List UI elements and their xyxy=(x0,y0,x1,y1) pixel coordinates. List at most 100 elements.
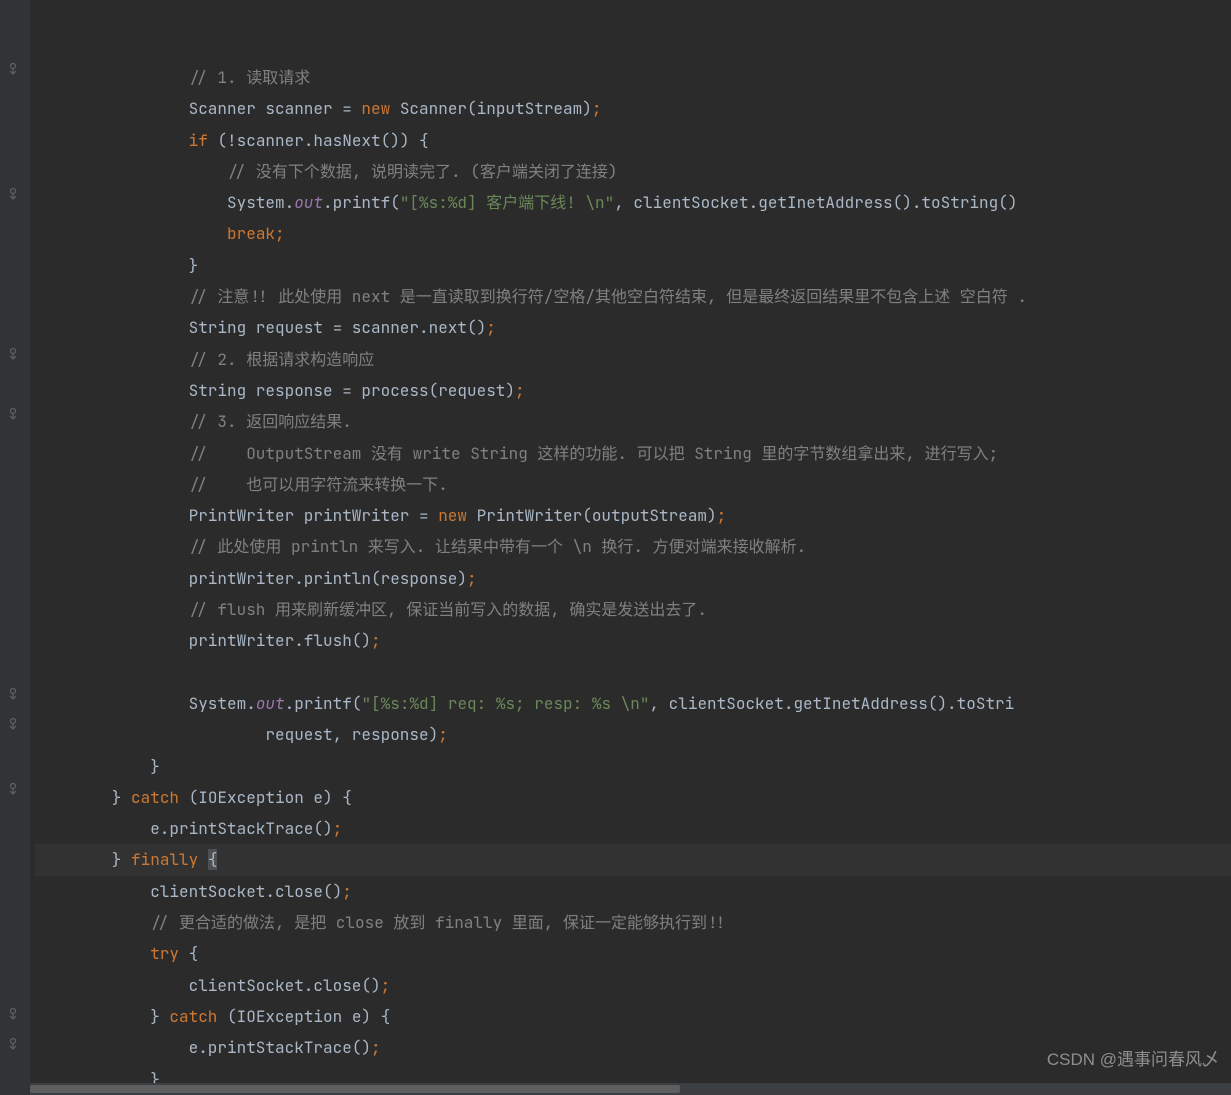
code-token: ; xyxy=(371,1037,381,1058)
code-token: } xyxy=(35,255,198,276)
code-token: "[%s:%d] req: %s; resp: %s \n" xyxy=(361,693,649,714)
code-token: // 2. 根据请求构造响应 xyxy=(189,349,375,370)
code-token: (!scanner.hasNext()) { xyxy=(208,130,429,151)
code-line[interactable]: request, response); xyxy=(35,719,1231,750)
code-token: , clientSocket.getInetAddress().toString… xyxy=(614,192,1017,213)
code-token: // 1. 读取请求 xyxy=(189,67,311,88)
code-line[interactable]: // 2. 根据请求构造响应 xyxy=(35,344,1231,375)
code-content[interactable]: // 1. 读取请求 Scanner scanner = new Scanner… xyxy=(30,0,1231,1095)
code-line[interactable]: // 没有下个数据, 说明读完了. (客户端关闭了连接) xyxy=(35,156,1231,187)
code-token: ; xyxy=(438,724,448,745)
code-token xyxy=(35,536,189,557)
code-token xyxy=(35,223,227,244)
code-line[interactable]: } finally { xyxy=(35,844,1231,875)
gutter-override-icon[interactable] xyxy=(6,775,20,789)
code-line[interactable]: // OutputStream 没有 write String 这样的功能. 可… xyxy=(35,438,1231,469)
code-token: // 此处使用 println 来写入. 让结果中带有一个 \n 换行. 方便对… xyxy=(189,536,807,557)
code-line[interactable]: // 3. 返回响应结果. xyxy=(35,406,1231,437)
code-token: new xyxy=(361,98,390,119)
code-token xyxy=(35,912,150,933)
code-line[interactable]: printWriter.println(response); xyxy=(35,563,1231,594)
code-token: } xyxy=(35,787,131,808)
code-token: // 更合适的做法, 是把 close 放到 finally 里面, 保证一定能… xyxy=(150,912,726,933)
editor-gutter[interactable] xyxy=(0,0,30,1095)
code-token xyxy=(35,474,189,495)
code-line[interactable] xyxy=(35,657,1231,688)
code-token: // flush 用来刷新缓冲区, 保证当前写入的数据, 确实是发送出去了. xyxy=(189,599,707,620)
code-token xyxy=(35,943,150,964)
code-line[interactable]: } catch (IOException e) { xyxy=(35,1001,1231,1032)
code-token: catch xyxy=(131,787,179,808)
gutter-override-icon[interactable] xyxy=(6,400,20,414)
horizontal-scrollbar[interactable] xyxy=(30,1083,1231,1095)
code-token: clientSocket.close() xyxy=(35,881,342,902)
code-line[interactable]: // 也可以用字符流来转换一下. xyxy=(35,469,1231,500)
code-token xyxy=(35,599,189,620)
code-line[interactable]: // 此处使用 println 来写入. 让结果中带有一个 \n 换行. 方便对… xyxy=(35,531,1231,562)
code-token: PrintWriter(outputStream) xyxy=(467,505,717,526)
code-token: printWriter.flush() xyxy=(35,630,371,651)
code-token: PrintWriter printWriter = xyxy=(35,505,438,526)
horizontal-scrollbar-thumb[interactable] xyxy=(30,1085,680,1093)
code-token: // OutputStream 没有 write String 这样的功能. 可… xyxy=(189,443,999,464)
code-token: out xyxy=(294,192,323,213)
code-token: { xyxy=(179,943,198,964)
code-line[interactable]: // 1. 读取请求 xyxy=(35,62,1231,93)
code-token: ; xyxy=(592,98,602,119)
code-token: finally xyxy=(131,849,198,870)
code-line[interactable]: e.printStackTrace(); xyxy=(35,813,1231,844)
code-line[interactable]: Scanner scanner = new Scanner(inputStrea… xyxy=(35,93,1231,124)
gutter-override-icon[interactable] xyxy=(6,1000,20,1014)
code-line[interactable]: System.out.printf("[%s:%d] req: %s; resp… xyxy=(35,688,1231,719)
code-token: clientSocket.close() xyxy=(35,975,381,996)
code-token xyxy=(198,849,208,870)
code-token: ; xyxy=(515,380,525,401)
code-line[interactable]: if (!scanner.hasNext()) { xyxy=(35,125,1231,156)
code-line[interactable]: // 注意!! 此处使用 next 是一直读取到换行符/空格/其他空白符结束, … xyxy=(35,281,1231,312)
code-token: ; xyxy=(333,818,343,839)
gutter-override-icon[interactable] xyxy=(6,180,20,194)
code-token: break; xyxy=(227,223,285,244)
code-line[interactable]: try { xyxy=(35,938,1231,969)
gutter-override-icon[interactable] xyxy=(6,1030,20,1044)
code-token: e.printStackTrace() xyxy=(35,1037,371,1058)
gutter-override-icon[interactable] xyxy=(6,55,20,69)
gutter-override-icon[interactable] xyxy=(6,710,20,724)
code-token: System. xyxy=(35,192,294,213)
code-line[interactable]: } xyxy=(35,751,1231,782)
code-token: ; xyxy=(381,975,391,996)
code-line[interactable]: printWriter.flush(); xyxy=(35,625,1231,656)
code-line[interactable]: } catch (IOException e) { xyxy=(35,782,1231,813)
code-token: try xyxy=(150,943,179,964)
gutter-override-icon[interactable] xyxy=(6,680,20,694)
code-token: printWriter.println(response) xyxy=(35,568,467,589)
code-token: ; xyxy=(342,881,352,902)
gutter-override-icon[interactable] xyxy=(6,340,20,354)
code-line[interactable]: System.out.printf("[%s:%d] 客户端下线! \n", c… xyxy=(35,187,1231,218)
code-token xyxy=(35,411,189,432)
code-token: } xyxy=(35,849,131,870)
code-line[interactable]: // 更合适的做法, 是把 close 放到 finally 里面, 保证一定能… xyxy=(35,907,1231,938)
code-token: } xyxy=(35,1006,169,1027)
code-line[interactable]: // flush 用来刷新缓冲区, 保证当前写入的数据, 确实是发送出去了. xyxy=(35,594,1231,625)
code-line[interactable]: clientSocket.close(); xyxy=(35,970,1231,1001)
code-line[interactable]: String response = process(request); xyxy=(35,375,1231,406)
code-token xyxy=(35,161,227,182)
code-token: } xyxy=(35,756,160,777)
code-token: Scanner(inputStream) xyxy=(390,98,592,119)
code-token xyxy=(35,286,189,307)
code-line[interactable]: } xyxy=(35,250,1231,281)
code-token: // 注意!! 此处使用 next 是一直读取到换行符/空格/其他空白符结束, … xyxy=(189,286,1027,307)
code-token: ; xyxy=(717,505,727,526)
code-line[interactable]: String request = scanner.next(); xyxy=(35,312,1231,343)
code-token: System. xyxy=(35,693,256,714)
code-token: if xyxy=(189,130,208,151)
code-token xyxy=(35,130,189,151)
code-token: ; xyxy=(371,630,381,651)
code-token: (IOException e) { xyxy=(217,1006,390,1027)
code-line[interactable]: clientSocket.close(); xyxy=(35,876,1231,907)
code-token: (IOException e) { xyxy=(179,787,352,808)
csdn-watermark: CSDN @遇事问春风乄 xyxy=(1047,1044,1219,1075)
code-line[interactable]: break; xyxy=(35,218,1231,249)
code-line[interactable]: PrintWriter printWriter = new PrintWrite… xyxy=(35,500,1231,531)
